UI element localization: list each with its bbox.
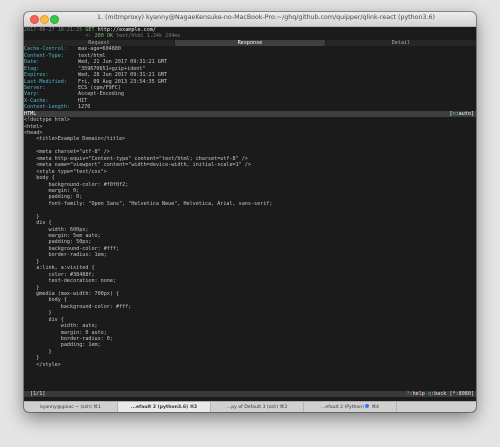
close-window-button[interactable]	[30, 15, 39, 24]
view-mode-indicator[interactable]: [m:auto]	[449, 111, 474, 117]
terminal-tab-shortcut: ⌘4	[371, 405, 379, 410]
response-headers: Cache-Control: max-age=604800 Content-Typ…	[24, 46, 476, 110]
view-mode-value: :auto]	[455, 110, 474, 117]
response-type: text/html	[116, 33, 144, 40]
terminal-tab-2[interactable]: ...efault 2 (python3.6) ⌘2	[118, 402, 211, 412]
terminal-tab-label: kyanny@gaiac ~ (zsh)	[40, 405, 92, 410]
zoom-window-button[interactable]	[50, 15, 59, 24]
response-duration: 294ms	[165, 33, 181, 40]
terminal-tab-shortcut: ⌘3	[279, 405, 288, 410]
status-bar: [1/1] ?:help q:back [*:8080]	[24, 391, 476, 398]
tab-request[interactable]: Request	[24, 39, 174, 47]
terminal-tab-label: ...efault 2 (python3.6)	[130, 405, 189, 410]
terminal-tab-4[interactable]: ...efault 2 (Python) ⌘4	[304, 402, 397, 412]
body-position: [1/1]	[30, 391, 46, 397]
flow-method: GET	[85, 27, 95, 33]
terminal-tab-bar: kyanny@gaiac ~ (zsh) ⌘1 ...efault 2 (pyt…	[24, 401, 476, 412]
back-label: :back	[431, 391, 447, 397]
minimize-window-button[interactable]	[40, 15, 49, 24]
terminal-tab-label: ...efault 2 (Python)	[321, 405, 364, 410]
terminal-tab-label: ...py of Default 3 (zsh)	[226, 405, 279, 410]
tab-detail[interactable]: Detail	[326, 39, 476, 47]
help-label: :help	[409, 391, 425, 397]
terminal-window: 1. (mitmproxy) kyanny@NagaeKensuke-no-Ma…	[24, 12, 476, 412]
view-tabs: Request Response Detail	[24, 39, 476, 47]
terminal-tab-shortcut: ⌘2	[189, 405, 198, 410]
window-title: 1. (mitmproxy) kyanny@NagaeKensuke-no-Ma…	[97, 14, 435, 21]
response-arrow: <-	[85, 33, 92, 40]
response-body[interactable]: <!doctype html> <html> <head> <title>Examp…	[24, 117, 476, 368]
terminal-content[interactable]: 2017-06-27 18:21:25 GET http://example.c…	[24, 27, 476, 401]
response-size: 1.24k	[146, 33, 163, 40]
key-hints: ?:help q:back [*:8080]	[406, 391, 474, 397]
body-separator-bar: HTML [m:auto]	[24, 110, 476, 118]
flow-url: http://example.com/	[97, 27, 156, 33]
activity-indicator-icon	[365, 404, 370, 408]
proxy-port: [*:8080]	[449, 391, 474, 397]
terminal-tab-shortcut: ⌘1	[93, 405, 101, 410]
flow-time: 2017-06-27 18:21:25	[24, 27, 83, 33]
body-line: </style>	[24, 361, 61, 368]
terminal-tab-1[interactable]: kyanny@gaiac ~ (zsh) ⌘1	[24, 402, 118, 412]
tab-response[interactable]: Response	[175, 39, 325, 47]
response-status: 200 OK	[94, 33, 113, 40]
title-bar: 1. (mitmproxy) kyanny@NagaeKensuke-no-Ma…	[24, 12, 476, 27]
terminal-tab-3[interactable]: ...py of Default 3 (zsh) ⌘3	[211, 402, 304, 412]
content-type-label: HTML	[24, 110, 37, 117]
